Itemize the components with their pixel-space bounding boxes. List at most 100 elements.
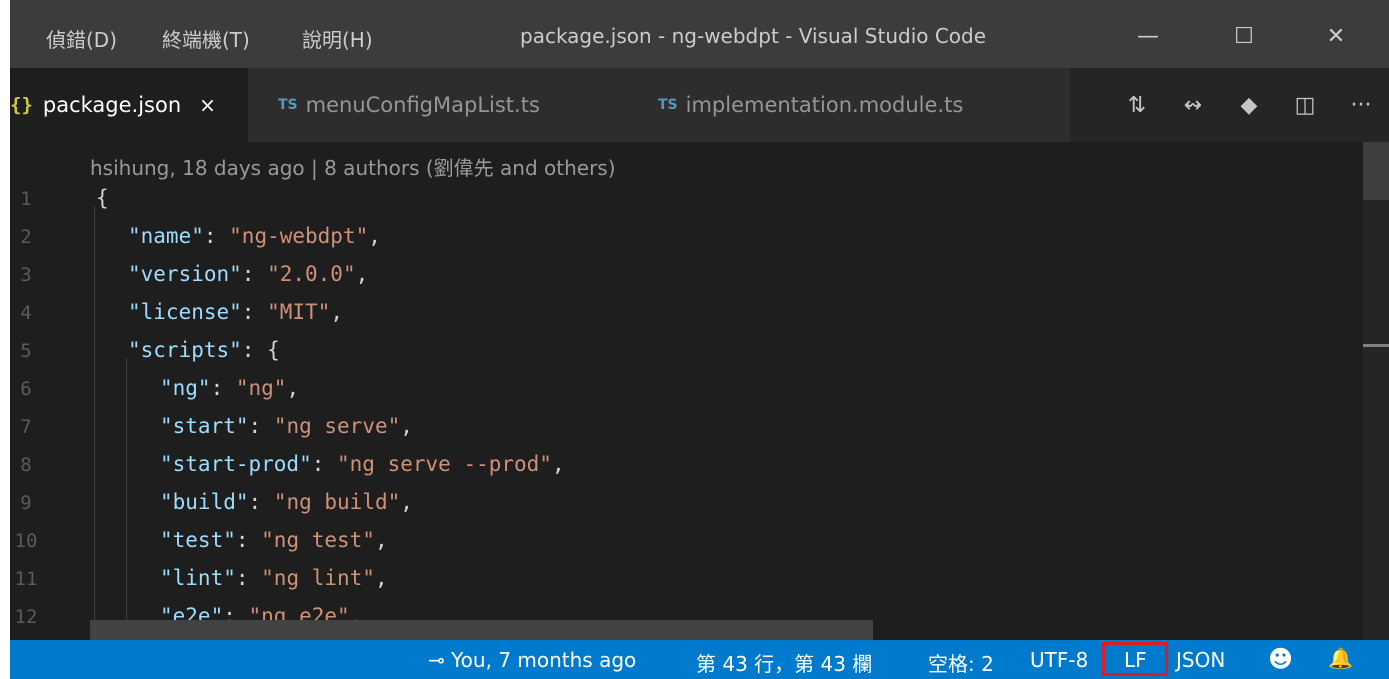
indent-guide <box>126 358 127 620</box>
code-line[interactable]: 9 "build": "ng build", <box>10 484 1350 522</box>
line-number: 1 <box>20 188 32 210</box>
code-line[interactable]: 11 "lint": "ng lint", <box>10 560 1350 598</box>
json-string: "ng test" <box>261 528 375 552</box>
open-changes-icon[interactable]: ↭ <box>1165 93 1221 118</box>
code-line[interactable]: 5 "scripts": { <box>10 332 1350 370</box>
maximize-icon: ☐ <box>1234 23 1254 49</box>
json-key: "scripts" <box>128 338 242 362</box>
json-punctuation: , <box>286 376 300 400</box>
tab-implementation-module[interactable]: TS implementation.module.ts <box>632 68 1070 142</box>
line-number: 3 <box>20 264 32 286</box>
minimize-icon: — <box>1137 23 1159 49</box>
code-editor[interactable]: hsihung, 18 days ago | 8 authors (劉偉先 an… <box>10 142 1389 640</box>
json-key: "start-prod" <box>160 452 312 476</box>
code-line[interactable]: 8 "start-prod": "ng serve --prod", <box>10 446 1350 484</box>
json-file-icon: {} <box>10 94 33 116</box>
encoding-status[interactable]: UTF-8 <box>1030 648 1088 672</box>
line-number: 5 <box>20 340 32 362</box>
indentation-status[interactable]: 空格: 2 <box>928 648 994 677</box>
code-text: "scripts": { <box>128 338 280 362</box>
code-line[interactable]: 10 "test": "ng test", <box>10 522 1350 560</box>
commit-icon: ⊸ <box>428 648 445 672</box>
json-punctuation: : <box>248 414 274 438</box>
json-punctuation: : <box>248 490 274 514</box>
code-text: "name": "ng-webdpt", <box>128 224 381 248</box>
language-mode[interactable]: JSON <box>1176 648 1225 672</box>
tab-menuconfigmaplist[interactable]: TS menuConfigMapList.ts <box>248 68 632 142</box>
minimize-button[interactable]: — <box>1128 18 1168 54</box>
json-key: "build" <box>160 490 249 514</box>
codelens-blame[interactable]: hsihung, 18 days ago | 8 authors (劉偉先 an… <box>90 152 616 181</box>
more-actions-icon[interactable]: ··· <box>1333 93 1389 118</box>
line-number: 8 <box>20 454 32 476</box>
editor-actions: ⇅ ↭ ◆ ◫ ··· <box>1109 68 1389 142</box>
code-text: "version": "2.0.0", <box>128 262 368 286</box>
line-number: 11 <box>14 568 38 590</box>
json-key: "ng" <box>160 376 211 400</box>
json-key: "lint" <box>160 566 236 590</box>
json-punctuation: : <box>241 262 268 286</box>
code-line[interactable]: 4 "license": "MIT", <box>10 294 1350 332</box>
tab-label: implementation.module.ts <box>685 93 964 117</box>
status-bar: ⊸ You, 7 months ago 第 43 行，第 43 欄 空格: 2 … <box>10 640 1389 679</box>
line-number: 4 <box>20 302 32 324</box>
indent-guide <box>94 206 95 620</box>
json-string: "ng lint" <box>261 566 375 590</box>
feedback-icon[interactable]: ☻ <box>1268 645 1293 673</box>
notifications-bell-icon[interactable]: 🔔 <box>1328 646 1353 670</box>
json-string: "ng build" <box>273 490 401 514</box>
tab-label: package.json <box>42 93 182 117</box>
code-line[interactable]: 6 "ng": "ng", <box>10 370 1350 408</box>
json-string: "ng" <box>235 376 287 400</box>
eol-status[interactable]: LF <box>1124 648 1147 672</box>
line-number: 10 <box>14 530 38 552</box>
line-number: 7 <box>20 416 32 438</box>
scrollbar-thumb[interactable] <box>1363 142 1389 200</box>
json-key: "name" <box>128 224 204 248</box>
tab-package-json[interactable]: {} package.json × <box>10 68 248 142</box>
code-line[interactable]: 1{ <box>10 180 1350 218</box>
split-editor-icon[interactable]: ◫ <box>1277 93 1333 118</box>
close-window-button[interactable]: ✕ <box>1316 18 1356 54</box>
line-number: 12 <box>14 606 38 628</box>
vscode-window: ) 偵錯(D) 終端機(T) 說明(H) package.json - ng-w… <box>10 0 1389 679</box>
typescript-file-icon: TS <box>658 97 678 113</box>
json-punctuation: , <box>400 490 413 514</box>
git-icon[interactable]: ◆ <box>1221 93 1277 118</box>
json-string: "2.0.0" <box>267 262 356 286</box>
code-line[interactable]: 3 "version": "2.0.0", <box>10 256 1350 294</box>
git-blame-status[interactable]: ⊸ You, 7 months ago <box>428 648 636 672</box>
json-string: "ng-webdpt" <box>229 224 369 248</box>
code-text: "start-prod": "ng serve --prod", <box>160 452 565 476</box>
code-text: "build": "ng build", <box>160 490 413 514</box>
json-string: "ng serve" <box>273 414 401 438</box>
code-text: { <box>96 186 109 210</box>
line-number: 9 <box>20 492 32 514</box>
cursor-position[interactable]: 第 43 行，第 43 欄 <box>696 648 872 677</box>
vertical-scrollbar[interactable] <box>1363 142 1389 640</box>
json-punctuation: , <box>374 566 388 590</box>
compare-changes-icon[interactable]: ⇅ <box>1109 93 1165 118</box>
json-key: "license" <box>128 300 242 324</box>
code-text: "ng": "ng", <box>160 376 299 400</box>
menu-terminal[interactable]: 終端機(T) <box>162 24 250 53</box>
json-string: "MIT" <box>267 300 331 324</box>
json-key: "version" <box>128 262 242 286</box>
code-line[interactable]: 7 "start": "ng serve", <box>10 408 1350 446</box>
json-punctuation: : <box>235 528 262 552</box>
line-number: 6 <box>20 378 32 400</box>
tab-close-icon[interactable]: × <box>199 93 216 117</box>
json-punctuation: : <box>203 224 230 248</box>
menu-help[interactable]: 說明(H) <box>302 24 373 53</box>
json-punctuation: , <box>400 414 413 438</box>
json-punctuation: , <box>374 528 388 552</box>
code-text: "start": "ng serve", <box>160 414 413 438</box>
menu-overflow: ) <box>10 24 12 48</box>
horizontal-scrollbar[interactable] <box>90 620 873 640</box>
json-punctuation: : <box>210 376 236 400</box>
code-line[interactable]: 2 "name": "ng-webdpt", <box>10 218 1350 256</box>
menu-debug[interactable]: 偵錯(D) <box>46 24 117 53</box>
maximize-button[interactable]: ☐ <box>1224 18 1264 54</box>
json-string: "ng serve --prod" <box>337 452 552 476</box>
json-key: "start" <box>160 414 249 438</box>
